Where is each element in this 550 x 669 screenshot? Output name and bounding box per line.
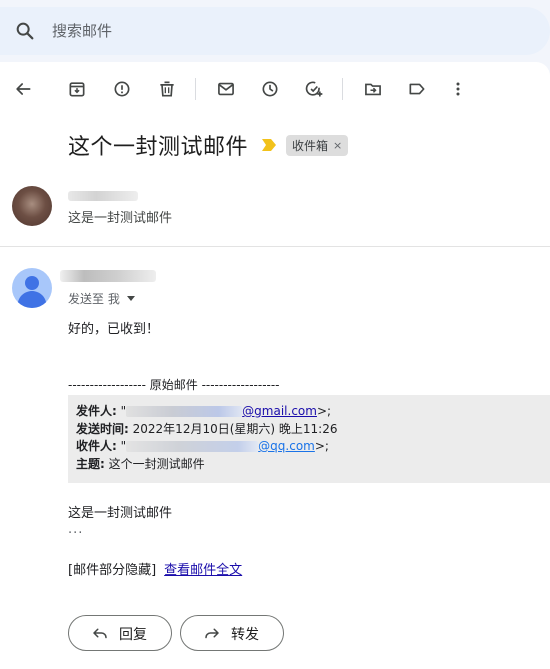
quoted-from-label: 发件人: [76,404,117,418]
search-icon[interactable] [14,20,36,42]
hidden-note: [邮件部分隐藏] [68,563,157,578]
quoted-body: 这是一封测试邮件 [68,506,173,521]
delete-icon[interactable] [156,78,178,100]
toolbar-divider [195,78,196,100]
original-message-header: ------------------ 原始邮件 ----------------… [68,378,280,392]
reply-button[interactable]: 回复 [68,615,172,651]
quoted-sent-line: 发送时间: 2022年12月10日(星期六) 晚上11:26 [76,421,542,439]
quoted-subject-line: 主题: 这个一封测试邮件 [76,456,542,474]
quoted-from-line: 发件人: " @gmail.com>; [76,404,332,418]
back-arrow-icon[interactable] [12,78,34,100]
quoted-subject-value: 这个一封测试邮件 [108,456,205,471]
from-email-link[interactable]: @gmail.com [242,404,317,418]
message-card: 这个一封测试邮件 收件箱 × 这是一封测试邮件 发送至 我 好的，已收到！ --… [0,62,550,669]
more-vert-icon[interactable] [447,78,469,100]
quoted-headers: 发件人: " @gmail.com>; 发送时间: 2022年12月10日(星期六… [68,395,550,483]
message-snippet[interactable]: 这是一封测试邮件 [68,207,172,226]
move-to-icon[interactable] [362,78,384,100]
important-marker-icon[interactable] [262,139,277,151]
quoted-subject-label: 主题: [76,456,105,471]
report-spam-icon[interactable] [111,78,133,100]
redacted-email [126,441,259,452]
remove-label-icon[interactable]: × [333,139,342,152]
label-icon[interactable] [406,78,428,100]
reply-label: 回复 [119,627,147,643]
message-body: 好的，已收到！ [68,322,160,337]
add-task-icon[interactable] [303,78,325,100]
label-chip-text: 收件箱 [292,138,329,153]
show-details-icon[interactable] [126,296,135,301]
sender-avatar[interactable] [12,268,52,308]
hidden-content-row: [邮件部分隐藏] 查看邮件全文 [68,559,242,578]
subject-row: 这个一封测试邮件 收件箱 × [68,130,349,160]
message-divider [0,246,550,247]
default-avatar-icon [18,276,46,308]
recipient-line: 发送至 我 [68,290,135,307]
mark-unread-icon[interactable] [215,78,237,100]
sender-name-redacted[interactable] [60,270,156,282]
quoted-sent-label: 发送时间: [76,421,129,436]
message-toolbar [0,72,550,104]
to-email-link[interactable]: @qq.com [258,439,315,453]
quoted-to-line: 收件人: " @qq.com>; [76,439,329,453]
redacted-email [126,406,243,417]
recipient-text: 发送至 我 [68,292,120,306]
quoted-sent-value: 2022年12月10日(星期六) 晚上11:26 [132,421,338,436]
quoted-to-label: 收件人: [76,439,117,453]
sender-avatar[interactable] [12,186,52,226]
search-input[interactable] [52,19,352,43]
email-subject: 这个一封测试邮件 [68,135,249,160]
reply-icon [93,628,107,639]
toolbar-divider [342,78,343,100]
snooze-icon[interactable] [259,78,281,100]
label-chip-inbox[interactable]: 收件箱 × [286,134,349,156]
search-bar[interactable] [0,7,550,55]
view-full-message-link[interactable]: 查看邮件全文 [164,559,242,578]
trimmed-content-indicator[interactable]: ... [68,522,83,537]
forward-button[interactable]: 转发 [180,615,284,651]
sender-name-redacted[interactable] [68,191,138,201]
forward-label: 转发 [231,627,259,643]
forward-icon [205,628,219,639]
archive-icon[interactable] [66,78,88,100]
